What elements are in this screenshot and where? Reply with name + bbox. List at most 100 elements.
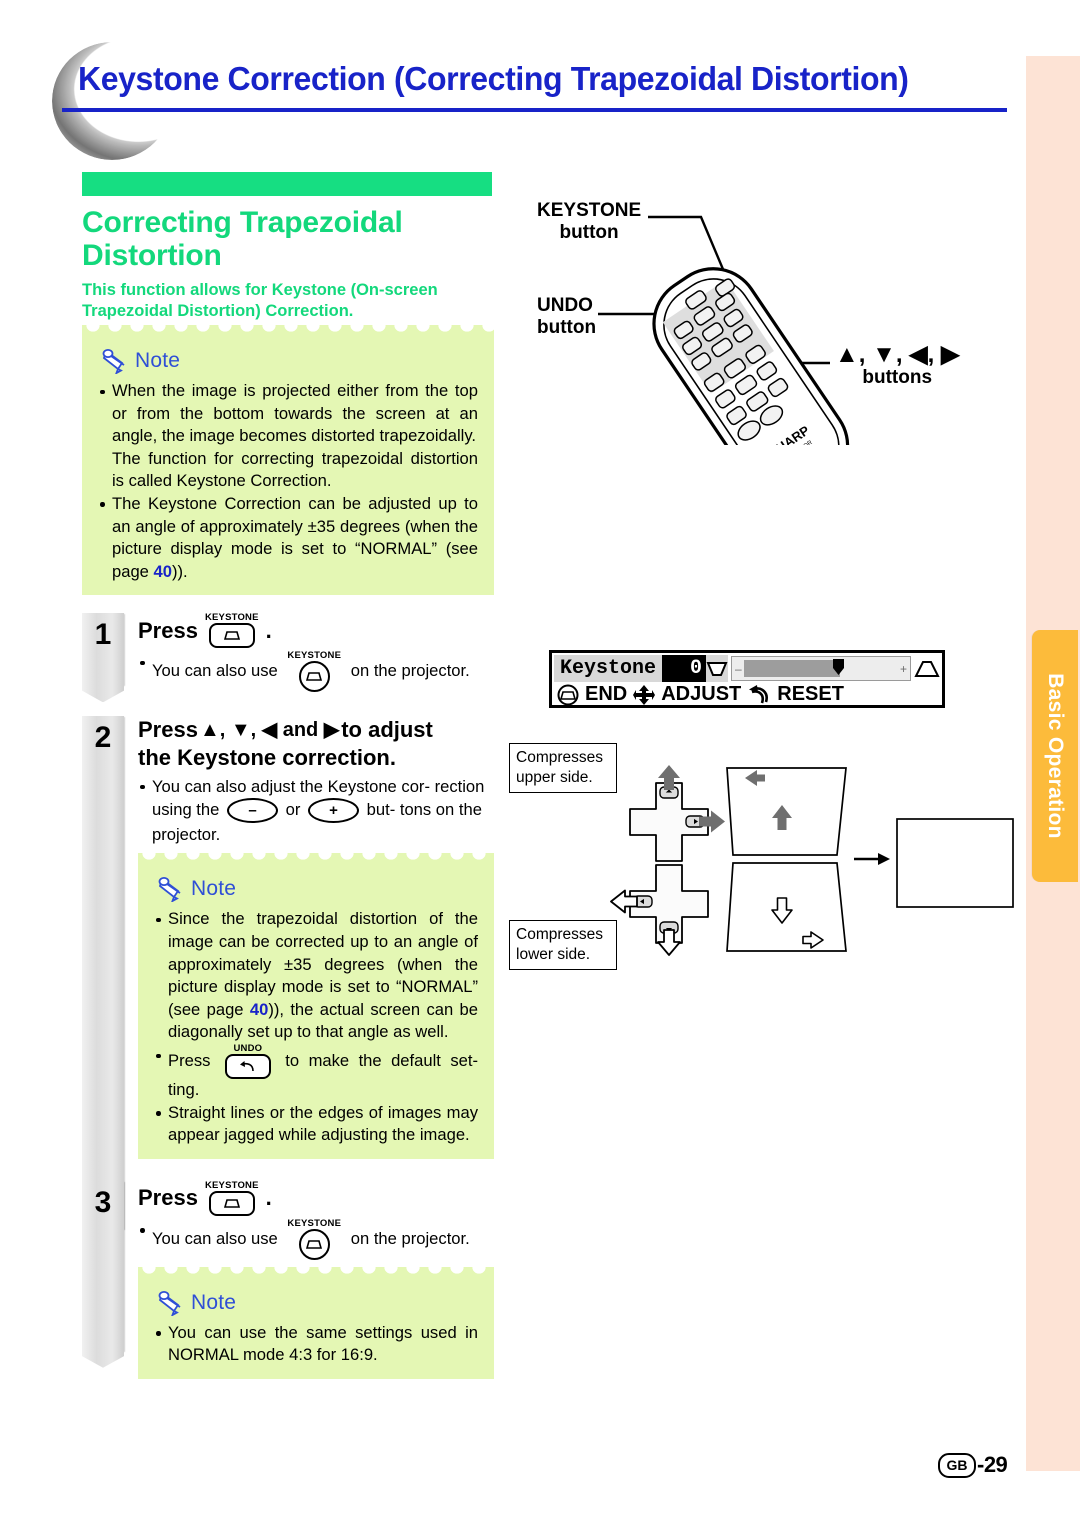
step-1-instruction: Press KEYSTONE . — [138, 612, 494, 649]
section-heading-line2: Distortion — [82, 239, 222, 272]
trapezoid-up-icon — [914, 655, 940, 682]
osd-value: 0 — [662, 655, 706, 682]
section-accent-bar — [82, 172, 492, 196]
arrow-keys-glyphs: ▲, ▼, ◀ and ▶ — [199, 719, 340, 742]
undo-key-icon — [749, 684, 769, 703]
note-item: Since the trapezoidal distortion of the … — [154, 908, 478, 1044]
keystone-remote-button[interactable]: KEYSTONE — [204, 1179, 259, 1216]
note-item: When the image is projected either from … — [98, 380, 478, 493]
osd-slider-knob[interactable] — [832, 658, 845, 676]
cross-pad-lower — [610, 864, 709, 956]
step-2-sub: You can also adjust the Keystone cor- re… — [138, 775, 494, 846]
step-3-body: Press KEYSTONE . You can also use KEYSTO… — [82, 1179, 494, 1379]
keystone-projector-button[interactable]: KEYSTONE — [287, 650, 342, 693]
osd-slider-plus: + — [899, 661, 907, 676]
keystone-projector-button[interactable]: KEYSTONE — [287, 1217, 342, 1260]
osd-title: Keystone — [554, 655, 663, 682]
keystone-projector-caption: KEYSTONE — [287, 650, 342, 662]
undo-remote-button[interactable]: UNDO — [224, 1044, 271, 1080]
keystone-key-icon — [557, 684, 579, 705]
step-3-sub-pre: You can also use — [152, 1228, 278, 1248]
keystone-diagram-svg — [610, 765, 1014, 956]
step-number: 3 — [94, 1185, 112, 1219]
keystone-plus-button[interactable]: + — [308, 798, 359, 824]
osd-slider-minus: – — [735, 661, 742, 676]
note-header-2: Note — [158, 876, 478, 903]
note-item-post: to make the default set- ting. — [168, 1050, 478, 1100]
left-column: Correcting Trapezoidal Distortion This f… — [82, 172, 494, 1379]
keystone-button-caption: KEYSTONE — [204, 1179, 259, 1191]
step-number-tab: 2 — [82, 716, 124, 1230]
remote-control-drawing: SHARP PROJECTOR — [598, 215, 850, 445]
note-box-1: Note When the image is projected either … — [82, 334, 494, 596]
keystone-button-body — [208, 623, 255, 649]
page-footer: GB -29 — [938, 1452, 1008, 1478]
section-side-tab: Basic Operation — [1032, 630, 1078, 882]
step-1-body: Press KEYSTONE . You can also use KEYSTO… — [82, 612, 494, 693]
keystone-minus-button[interactable]: – — [226, 798, 278, 824]
section-side-tab-label: Basic Operation — [1044, 673, 1067, 839]
manual-page: Keystone Correction (Correcting Trapezoi… — [0, 0, 1080, 1523]
keystone-projector-body — [298, 1228, 330, 1260]
step-2-line1-post: to adjust — [341, 717, 433, 743]
undo-button-body — [224, 1054, 271, 1080]
step-2: 2 Press ▲, ▼, ◀ and ▶ to adjust the Keys… — [82, 716, 494, 1230]
region-badge: GB — [938, 1452, 976, 1478]
step-1: 1 Press KEYSTONE . You can also use KEYS… — [82, 612, 494, 693]
section-heading: Correcting Trapezoidal Distortion — [82, 206, 494, 272]
step-1-sub-post: on the projector. — [350, 661, 470, 681]
note-list-2: Since the trapezoidal distortion of the … — [154, 908, 478, 1146]
step-2-instruction-line1: Press ▲, ▼, ◀ and ▶ to adjust — [138, 716, 494, 744]
keystone-diagram: Compresses upper side. Compresses lower … — [505, 735, 1025, 975]
keystone-projector-caption: KEYSTONE — [287, 1217, 342, 1229]
period: . — [265, 617, 272, 643]
pencil-icon — [158, 877, 181, 903]
note-item-tail: )). — [172, 561, 188, 581]
note-item-pre: Press — [168, 1050, 211, 1070]
osd-reset-label: RESET — [777, 683, 844, 705]
step-3-sub: You can also use KEYSTONE on the project… — [138, 1217, 494, 1260]
press-label: Press — [138, 617, 198, 643]
step-1-sub-pre: You can also use — [152, 661, 278, 681]
trapezoid-icon — [306, 672, 323, 682]
step-2-sub-or: or — [285, 800, 301, 820]
note-item-cont: The function for correcting trapezoidal … — [112, 448, 478, 491]
corrected-screen — [896, 818, 1014, 908]
step-1-sub: You can also use KEYSTONE on the project… — [138, 650, 494, 693]
note-item: Press UNDO to make the default set- ting… — [154, 1044, 478, 1102]
osd-slider[interactable]: – + — [731, 656, 911, 681]
header-underline — [62, 108, 1007, 112]
note-label-3: Note — [191, 1290, 237, 1314]
step-3-sub-post: on the projector. — [350, 1228, 470, 1248]
keystone-button-caption: KEYSTONE — [204, 612, 259, 624]
page-number: -29 — [977, 1452, 1008, 1477]
note-box-2: Note Since the trapezoidal distortion of… — [138, 862, 494, 1159]
press-label: Press — [138, 1185, 198, 1211]
section-heading-line1: Correcting Trapezoidal — [82, 206, 403, 239]
keystone-remote-button[interactable]: KEYSTONE — [204, 612, 259, 649]
step-number: 1 — [94, 618, 112, 652]
keystone-projector-body — [298, 661, 330, 693]
step-2-body: Press ▲, ▼, ◀ and ▶ to adjust the Keysto… — [82, 716, 494, 1159]
note-header-3: Note — [158, 1290, 478, 1316]
step-number-tab: 3 — [82, 1180, 124, 1351]
cross-pad-upper — [629, 765, 725, 862]
note-box-3: Note You can use the same settings used … — [138, 1275, 494, 1379]
section-subtitle: This function allows for Keystone (On-sc… — [82, 281, 438, 320]
trapezoid-icon — [223, 631, 240, 641]
press-label: Press — [138, 717, 198, 743]
note-item-text: Straight lines or the edges of images ma… — [168, 1102, 478, 1145]
page-reference: 40 — [249, 999, 269, 1019]
note-header-1: Note — [102, 348, 478, 374]
pencil-icon — [158, 1290, 181, 1316]
page-title: Keystone Correction (Correcting Trapezoi… — [78, 60, 909, 97]
osd-keystone-bar: Keystone 0 – + END ADJUST RESET — [549, 650, 945, 708]
page-reference: 40 — [153, 561, 172, 581]
osd-end-label: END — [585, 683, 628, 705]
note-item: Straight lines or the edges of images ma… — [154, 1102, 478, 1147]
note-list-3: You can use the same settings used in NO… — [154, 1322, 478, 1367]
step-3-instruction: Press KEYSTONE . — [138, 1179, 494, 1216]
trapezoid-icon — [223, 1198, 240, 1208]
keystone-button-body — [208, 1190, 255, 1216]
note-item-text: You can use the same settings used in NO… — [168, 1322, 478, 1365]
